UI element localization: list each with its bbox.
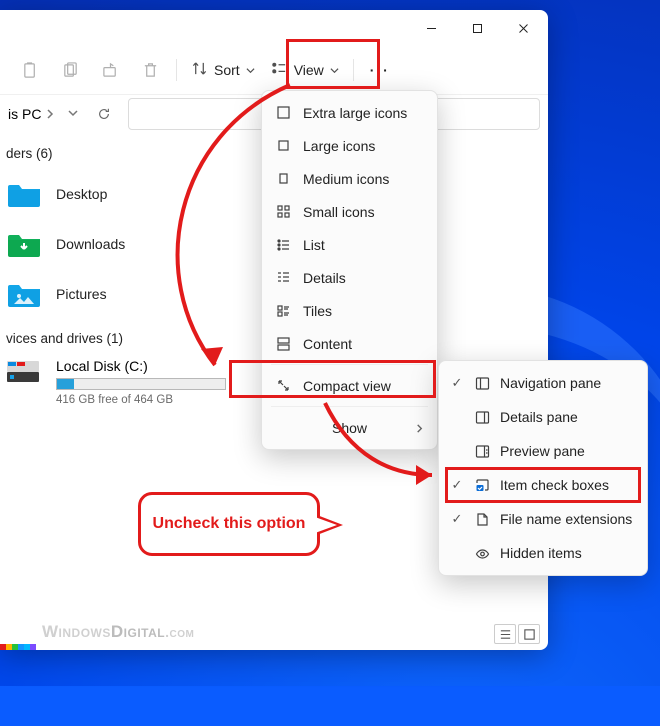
submenu-item-file-name-extensions[interactable]: ✓File name extensions <box>444 502 642 536</box>
submenu-item-navigation-pane[interactable]: ✓Navigation pane <box>444 366 642 400</box>
menu-item-list[interactable]: List <box>267 228 432 261</box>
drive-subtext: 416 GB free of 464 GB <box>56 394 226 406</box>
rename-button[interactable] <box>92 52 128 88</box>
chevron-down-icon <box>246 62 255 78</box>
watermark: WindowsDigital.com <box>42 622 194 642</box>
menu-item-small-icons[interactable]: Small icons <box>267 195 432 228</box>
folder-label: Desktop <box>56 186 107 202</box>
callout-uncheck: Uncheck this option <box>138 492 320 556</box>
drive-info: Local Disk (C:) 416 GB free of 464 GB <box>56 358 226 406</box>
close-button[interactable] <box>500 12 546 44</box>
cut-button[interactable] <box>12 52 48 88</box>
folder-label: Downloads <box>56 236 125 252</box>
view-button[interactable]: View <box>265 52 345 88</box>
hidden-items-icon <box>474 546 490 561</box>
list-icon <box>275 237 291 253</box>
color-stripe <box>0 644 36 650</box>
drive-name: Local Disk (C:) <box>56 358 226 374</box>
compact-view-icon <box>275 378 291 394</box>
sort-label: Sort <box>214 62 240 78</box>
delete-button[interactable] <box>132 52 168 88</box>
copy-button[interactable] <box>52 52 88 88</box>
more-button[interactable]: ··· <box>362 52 398 88</box>
submenu-item-item-check-boxes[interactable]: ✓Item check boxes <box>444 468 642 502</box>
submenu-item-details-pane[interactable]: Details pane <box>444 400 642 434</box>
menu-item-large-icons[interactable]: Large icons <box>267 129 432 162</box>
large-icons-icon <box>275 138 291 154</box>
chevron-right-icon <box>415 420 424 436</box>
menu-item-content[interactable]: Content <box>267 327 432 360</box>
breadcrumb[interactable]: is PC <box>8 106 55 122</box>
pictures-folder-icon <box>6 278 42 310</box>
ellipsis-icon: ··· <box>370 62 390 78</box>
drive-capacity-bar <box>56 378 226 390</box>
tiles-icon <box>275 303 291 319</box>
downloads-folder-icon <box>6 228 42 260</box>
view-label: View <box>294 62 324 78</box>
menu-item-tiles[interactable]: Tiles <box>267 294 432 327</box>
details-pane-icon <box>474 410 490 425</box>
separator <box>176 59 177 81</box>
crumb-text: is PC <box>8 106 41 122</box>
check-icon: ✓ <box>450 375 464 391</box>
show-submenu: ✓Navigation pane Details pane Preview pa… <box>438 360 648 576</box>
menu-item-details[interactable]: Details <box>267 261 432 294</box>
large-icons-toggle[interactable] <box>518 624 540 644</box>
submenu-item-preview-pane[interactable]: Preview pane <box>444 434 642 468</box>
drive-icon <box>6 358 42 393</box>
refresh-button[interactable] <box>90 107 118 121</box>
folder-label: Pictures <box>56 286 107 302</box>
sort-icon <box>191 60 208 80</box>
small-icons-icon <box>275 204 291 220</box>
content-icon <box>275 336 291 352</box>
status-bar <box>494 624 540 644</box>
view-menu: Extra large icons Large icons Medium ico… <box>261 90 438 450</box>
medium-icons-icon <box>275 171 291 187</box>
desktop-folder-icon <box>6 178 42 210</box>
view-icon <box>271 60 288 80</box>
address-history-button[interactable] <box>68 105 78 123</box>
menu-item-extra-large-icons[interactable]: Extra large icons <box>267 96 432 129</box>
check-icon: ✓ <box>450 511 464 527</box>
submenu-item-hidden-items[interactable]: Hidden items <box>444 536 642 570</box>
file-extensions-icon <box>474 512 490 527</box>
menu-item-compact-view[interactable]: Compact view <box>267 369 432 402</box>
menu-item-medium-icons[interactable]: Medium icons <box>267 162 432 195</box>
check-icon: ✓ <box>450 477 464 493</box>
chevron-down-icon <box>330 62 339 78</box>
extra-large-icons-icon <box>275 105 291 121</box>
details-view-toggle[interactable] <box>494 624 516 644</box>
minimize-button[interactable] <box>408 12 454 44</box>
maximize-button[interactable] <box>454 12 500 44</box>
address-bar[interactable]: is PC <box>4 98 62 130</box>
chevron-right-icon <box>45 109 55 119</box>
toolbar: Sort View ··· <box>0 46 548 94</box>
sort-button[interactable]: Sort <box>185 52 261 88</box>
separator <box>353 59 354 81</box>
preview-pane-icon <box>474 444 490 459</box>
title-bar <box>0 10 548 46</box>
item-check-boxes-icon <box>474 478 490 493</box>
menu-item-show[interactable]: Show <box>267 411 432 444</box>
menu-divider <box>271 406 428 407</box>
details-icon <box>275 270 291 286</box>
menu-divider <box>271 364 428 365</box>
navigation-pane-icon <box>474 376 490 391</box>
